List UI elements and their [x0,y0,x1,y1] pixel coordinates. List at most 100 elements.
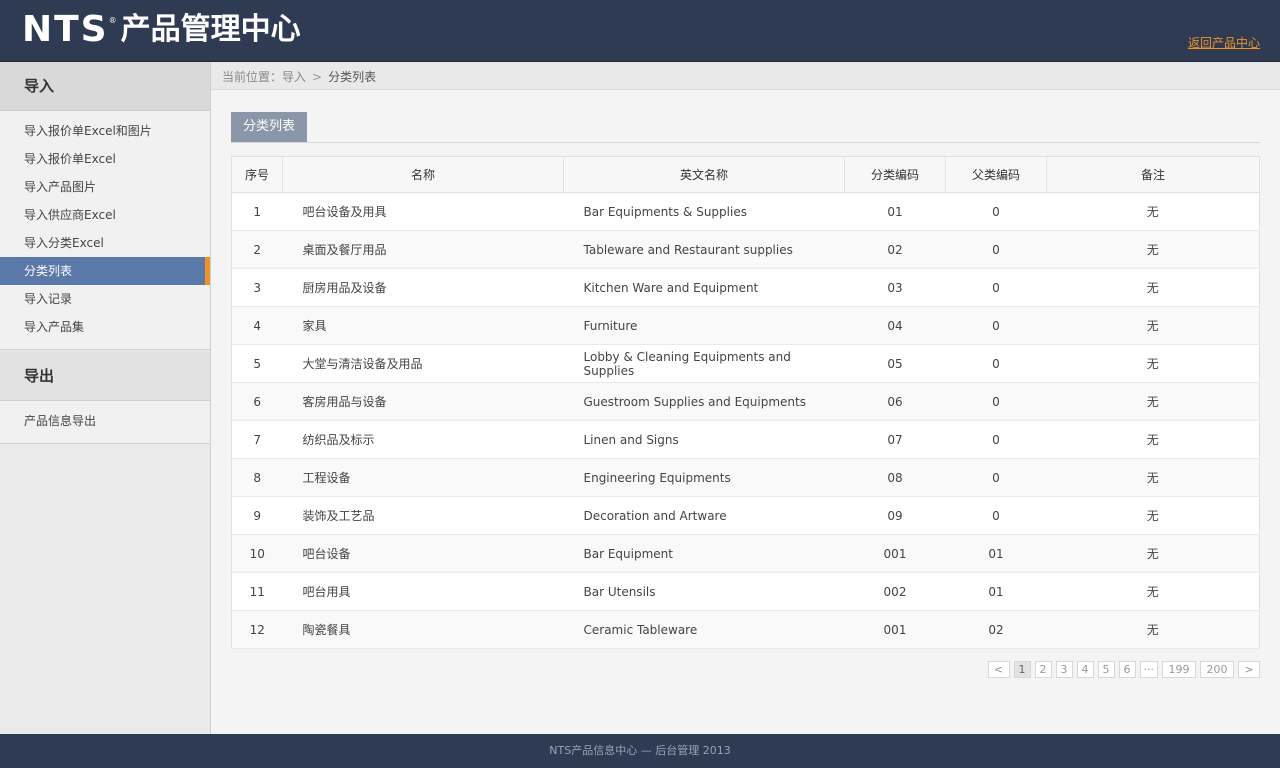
cell-category-code: 02 [844,230,946,269]
pagination-page-200[interactable]: 200 [1200,661,1234,678]
breadcrumb-parent[interactable]: 导入 [282,70,306,84]
sidebar-item-export-product-info[interactable]: 产品信息导出 [0,407,210,435]
sidebar-item-import-product-set[interactable]: 导入产品集 [0,313,210,341]
table-row: 11 吧台用具 Bar Utensils 002 01 无 [231,572,1260,611]
cell-name: 吧台设备 [282,534,564,573]
cell-remark: 无 [1046,458,1260,497]
cell-remark: 无 [1046,572,1260,611]
logo: NTS ® 产品管理中心 [22,10,301,50]
column-header-remark: 备注 [1046,156,1260,193]
table-header-row: 序号 名称 英文名称 分类编码 父类编码 备注 [231,156,1260,193]
pagination-next-button[interactable]: > [1238,661,1260,678]
cell-category-code: 04 [844,306,946,345]
table-row: 12 陶瓷餐具 Ceramic Tableware 001 02 无 [231,610,1260,649]
sidebar-item-import-category-excel[interactable]: 导入分类Excel [0,229,210,257]
tab-category-list[interactable]: 分类列表 [231,112,308,142]
sidebar-section-import-title: 导入 [0,62,210,111]
sidebar-item-import-supplier-excel[interactable]: 导入供应商Excel [0,201,210,229]
table-row: 1 吧台设备及用具 Bar Equipments & Supplies 01 0 无 [231,192,1260,231]
cell-parent-code: 01 [945,572,1047,611]
sidebar-item-import-records[interactable]: 导入记录 [0,285,210,313]
pagination-page-2[interactable]: 2 [1034,661,1052,678]
cell-english-name: Guestroom Supplies and Equipments [563,382,845,421]
sidebar-item-category-list[interactable]: 分类列表 [0,257,210,285]
cell-parent-code: 0 [945,192,1047,231]
sidebar-export-list: 产品信息导出 [0,401,210,444]
cell-index: 4 [231,306,283,345]
column-header-english-name: 英文名称 [563,156,845,193]
pagination-page-199[interactable]: 199 [1162,661,1196,678]
column-header-index: 序号 [231,156,283,193]
cell-index: 1 [231,192,283,231]
cell-remark: 无 [1046,610,1260,649]
pagination-page-3[interactable]: 3 [1055,661,1073,678]
breadcrumb-separator: > [312,70,323,84]
cell-name: 家具 [282,306,564,345]
cell-english-name: Bar Utensils [563,572,845,611]
tab-bar: 分类列表 [231,112,1260,143]
cell-english-name: Bar Equipments & Supplies [563,192,845,231]
cell-remark: 无 [1046,534,1260,573]
cell-remark: 无 [1046,420,1260,459]
table-row: 5 大堂与清洁设备及用品 Lobby & Cleaning Equipments a… [231,344,1260,383]
sidebar: 导入 导入报价单Excel和图片 导入报价单Excel 导入产品图片 导入供应商… [0,62,211,734]
pagination-page-1[interactable]: 1 [1013,661,1031,678]
cell-name: 吧台设备及用具 [282,192,564,231]
cell-remark: 无 [1046,230,1260,269]
cell-index: 3 [231,268,283,307]
cell-remark: 无 [1046,192,1260,231]
cell-english-name: Linen and Signs [563,420,845,459]
cell-category-code: 03 [844,268,946,307]
cell-index: 12 [231,610,283,649]
cell-category-code: 09 [844,496,946,535]
main-content: 分类列表 序号 名称 英文名称 分类编码 父类编码 备注 1 吧台设备及用具 Bar… [231,112,1260,649]
cell-parent-code: 0 [945,344,1047,383]
cell-parent-code: 01 [945,534,1047,573]
cell-parent-code: 0 [945,230,1047,269]
app-header: NTS ® 产品管理中心 返回产品中心 [0,0,1280,62]
pagination-page-6[interactable]: 6 [1118,661,1136,678]
cell-name: 陶瓷餐具 [282,610,564,649]
cell-english-name: Ceramic Tableware [563,610,845,649]
pagination-page-5[interactable]: 5 [1097,661,1115,678]
cell-name: 纺织品及标示 [282,420,564,459]
pagination-ellipsis: ··· [1139,661,1158,678]
cell-english-name: Lobby & Cleaning Equipments and Supplies [563,344,845,383]
breadcrumb-current: 分类列表 [328,70,377,84]
logo-title: 产品管理中心 [120,12,301,47]
pagination-page-4[interactable]: 4 [1076,661,1094,678]
cell-index: 5 [231,344,283,383]
table-row: 3 厨房用品及设备 Kitchen Ware and Equipment 03 0 无 [231,268,1260,307]
cell-category-code: 002 [844,572,946,611]
column-header-category-code: 分类编码 [844,156,946,193]
back-to-product-center-link[interactable]: 返回产品中心 [1188,34,1260,51]
cell-remark: 无 [1046,344,1260,383]
cell-name: 大堂与清洁设备及用品 [282,344,564,383]
footer-text: NTS产品信息中心 — 后台管理 2013 [549,744,731,757]
cell-category-code: 05 [844,344,946,383]
cell-index: 2 [231,230,283,269]
cell-parent-code: 02 [945,610,1047,649]
cell-name: 桌面及餐厅用品 [282,230,564,269]
cell-english-name: Furniture [563,306,845,345]
cell-index: 7 [231,420,283,459]
cell-index: 10 [231,534,283,573]
table-body: 1 吧台设备及用具 Bar Equipments & Supplies 01 0 无 2 桌面… [231,192,1260,649]
cell-english-name: Decoration and Artware [563,496,845,535]
pagination: < 1 2 3 4 5 6 ··· 199 200 > [987,661,1260,678]
cell-index: 9 [231,496,283,535]
sidebar-item-import-quote-excel-images[interactable]: 导入报价单Excel和图片 [0,117,210,145]
cell-category-code: 01 [844,192,946,231]
cell-category-code: 001 [844,534,946,573]
cell-category-code: 08 [844,458,946,497]
cell-parent-code: 0 [945,420,1047,459]
cell-index: 6 [231,382,283,421]
sidebar-item-import-quote-excel[interactable]: 导入报价单Excel [0,145,210,173]
cell-category-code: 001 [844,610,946,649]
cell-name: 吧台用具 [282,572,564,611]
sidebar-section-export-title: 导出 [0,352,210,401]
sidebar-item-import-product-images[interactable]: 导入产品图片 [0,173,210,201]
cell-parent-code: 0 [945,306,1047,345]
pagination-prev-button[interactable]: < [987,661,1010,678]
table-row: 7 纺织品及标示 Linen and Signs 07 0 无 [231,420,1260,459]
